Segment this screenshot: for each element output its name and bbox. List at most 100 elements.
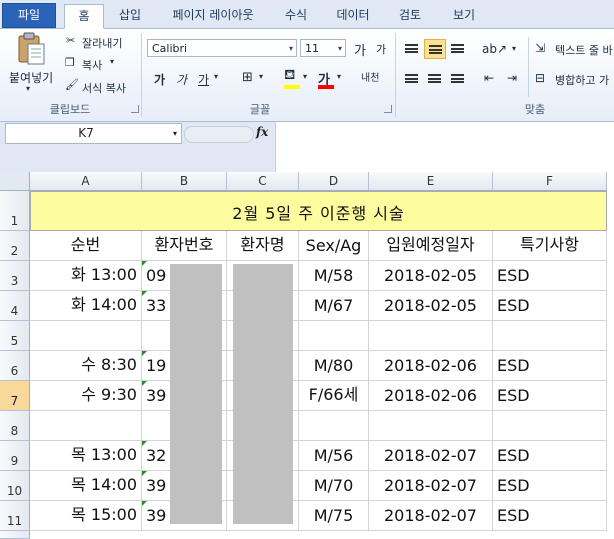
group-divider <box>395 33 396 117</box>
cell-sex-age[interactable]: F/66세 <box>299 381 369 411</box>
cell-order[interactable]: 화 13:00 <box>30 261 142 291</box>
cell-sex-age[interactable]: M/80 <box>299 351 369 381</box>
header-cell-patient-name[interactable]: 환자명 <box>227 231 299 261</box>
font-size-select[interactable]: 11 ▾ <box>300 39 346 57</box>
column-header-d[interactable]: D <box>299 172 369 191</box>
sheet-title-cell[interactable]: 2월 5일 주 이준행 시술 <box>30 191 607 231</box>
orientation-icon[interactable]: ab↗ <box>482 42 507 56</box>
row-header-partial[interactable] <box>0 531 30 539</box>
align-right-button[interactable] <box>447 69 469 89</box>
cell-order[interactable]: 수 8:30 <box>30 351 142 381</box>
empty-cell[interactable] <box>30 411 142 441</box>
shrink-font-button[interactable]: 가 <box>376 41 386 57</box>
align-center-button[interactable] <box>424 69 446 89</box>
column-header-a[interactable]: A <box>30 172 142 191</box>
cell-sex-age[interactable]: M/58 <box>299 261 369 291</box>
bold-button[interactable]: 가 <box>154 71 165 88</box>
tab-view[interactable]: 보기 <box>444 4 484 27</box>
formula-input[interactable] <box>275 122 614 172</box>
tab-home[interactable]: 홈 <box>64 4 104 29</box>
border-icon[interactable]: ⊞ <box>242 70 253 85</box>
row-header-1[interactable]: 1 <box>0 191 30 231</box>
phonetic-guide-button[interactable]: 내천 <box>361 69 379 84</box>
empty-cell[interactable] <box>30 321 142 351</box>
grow-font-button[interactable]: 가 <box>354 40 366 59</box>
tab-page-layout[interactable]: 페이지 레이아웃 <box>160 4 266 27</box>
cell-note[interactable]: ESD <box>493 441 607 471</box>
empty-cell[interactable] <box>493 321 607 351</box>
cell-order[interactable]: 목 13:00 <box>30 441 142 471</box>
cell-note[interactable]: ESD <box>493 471 607 501</box>
fill-color-icon[interactable]: ⛾ <box>284 67 295 85</box>
align-left-button[interactable] <box>401 69 423 89</box>
column-header-b[interactable]: B <box>142 172 227 191</box>
cell-sex-age[interactable]: M/67 <box>299 291 369 321</box>
tab-insert[interactable]: 삽입 <box>108 4 152 27</box>
tab-formulas[interactable]: 수식 <box>276 4 316 27</box>
tab-data[interactable]: 데이터 <box>328 4 378 27</box>
cell-note[interactable]: ESD <box>493 381 607 411</box>
cell-note[interactable]: ESD <box>493 291 607 321</box>
cell-date[interactable]: 2018-02-05 <box>369 261 493 291</box>
header-text: 순번 <box>70 235 101 254</box>
row-header-11[interactable]: 11 <box>0 501 30 531</box>
empty-cell[interactable] <box>299 411 369 441</box>
align-top-button[interactable] <box>401 39 423 59</box>
select-all-corner[interactable] <box>0 172 30 191</box>
row-header-2[interactable]: 2 <box>0 231 30 261</box>
cell-note[interactable]: ESD <box>493 261 607 291</box>
increase-indent-icon[interactable]: ⇥ <box>507 71 517 85</box>
cell-sex-age[interactable]: M/75 <box>299 501 369 531</box>
cell-date[interactable]: 2018-02-07 <box>369 501 493 531</box>
tab-file[interactable]: 파일 <box>2 3 56 28</box>
cell-text: 목 14:00 <box>71 475 137 494</box>
empty-cell[interactable] <box>299 321 369 351</box>
empty-cell[interactable] <box>369 321 493 351</box>
align-middle-button[interactable] <box>424 39 446 59</box>
cell-sex-age[interactable]: M/70 <box>299 471 369 501</box>
cell-date[interactable]: 2018-02-05 <box>369 291 493 321</box>
cell-order[interactable]: 목 15:00 <box>30 501 142 531</box>
formula-splitter[interactable] <box>184 126 254 143</box>
cell-date[interactable]: 2018-02-06 <box>369 351 493 381</box>
cell-date[interactable]: 2018-02-07 <box>369 441 493 471</box>
header-cell-patient-no[interactable]: 환자번호 <box>142 231 227 261</box>
row-header-5[interactable]: 5 <box>0 321 30 351</box>
column-header-e[interactable]: E <box>369 172 493 191</box>
decrease-indent-icon[interactable]: ⇤ <box>484 71 494 85</box>
cell-sex-age[interactable]: M/56 <box>299 441 369 471</box>
cell-note[interactable]: ESD <box>493 351 607 381</box>
header-cell-note[interactable]: 특기사항 <box>493 231 607 261</box>
header-cell-date[interactable]: 입원예정일자 <box>369 231 493 261</box>
font-dialog-launcher-icon[interactable] <box>384 105 392 113</box>
row-header-6[interactable]: 6 <box>0 351 30 381</box>
row-header-3[interactable]: 3 <box>0 261 30 291</box>
tab-review[interactable]: 검토 <box>390 4 430 27</box>
row-header-10[interactable]: 10 <box>0 471 30 501</box>
cell-order[interactable]: 목 14:00 <box>30 471 142 501</box>
align-bottom-button[interactable] <box>447 39 469 59</box>
underline-button[interactable]: 가 <box>198 71 209 88</box>
header-cell-order[interactable]: 순번 <box>30 231 142 261</box>
cell-order[interactable]: 화 14:00 <box>30 291 142 321</box>
cell-date[interactable]: 2018-02-06 <box>369 381 493 411</box>
clipboard-dialog-launcher-icon[interactable] <box>131 105 139 113</box>
cell-order[interactable]: 수 9:30 <box>30 381 142 411</box>
header-cell-sex-age[interactable]: Sex/Ag <box>299 231 369 261</box>
row-header-8[interactable]: 8 <box>0 411 30 441</box>
empty-cell[interactable] <box>493 411 607 441</box>
insert-function-icon[interactable]: fx <box>256 125 268 139</box>
column-header-c[interactable]: C <box>227 172 299 191</box>
cell-date[interactable]: 2018-02-07 <box>369 471 493 501</box>
row-header-7[interactable]: 7 <box>0 381 30 411</box>
chevron-down-icon: ▾ <box>288 44 293 53</box>
font-name-select[interactable]: Calibri ▾ <box>147 39 297 57</box>
italic-button[interactable]: 가 <box>176 71 187 88</box>
name-box[interactable]: K7 ▾ <box>5 123 182 144</box>
row-header-4[interactable]: 4 <box>0 291 30 321</box>
column-header-f[interactable]: F <box>493 172 607 191</box>
cell-note[interactable]: ESD <box>493 501 607 531</box>
row-header-9[interactable]: 9 <box>0 441 30 471</box>
empty-cell[interactable] <box>369 411 493 441</box>
cell-text: ESD <box>497 506 530 525</box>
